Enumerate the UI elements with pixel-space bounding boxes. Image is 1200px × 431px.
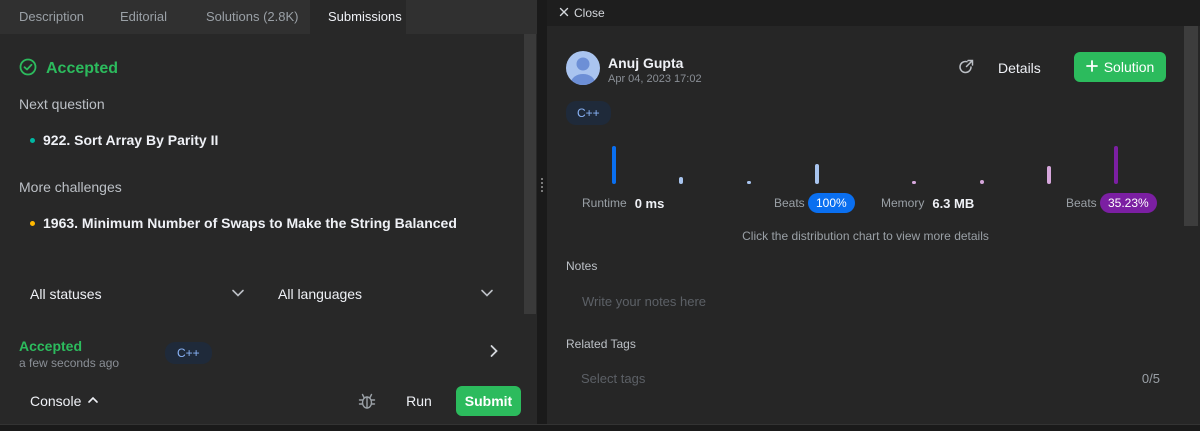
check-circle-icon [19, 58, 37, 79]
runtime-beats-badge: 100% [808, 193, 855, 213]
tags-placeholder: Select tags [581, 371, 646, 386]
notes-input[interactable] [566, 286, 1166, 316]
share-icon[interactable] [957, 58, 975, 79]
tab-editorial[interactable]: Editorial [96, 0, 184, 34]
tab-submissions[interactable]: Submissions [310, 0, 406, 34]
memory-beats-badge: 35.23% [1100, 193, 1157, 213]
close-label: Close [574, 6, 605, 20]
memory-bar [1114, 146, 1118, 184]
runtime-bar [612, 146, 616, 184]
submission-status: Accepted [19, 338, 83, 354]
detail-topbar: Close [547, 0, 1200, 26]
avatar[interactable] [566, 51, 600, 85]
accepted-status: Accepted [46, 59, 119, 77]
memory-bar [980, 180, 984, 184]
language-filter-value: All languages [278, 286, 363, 302]
details-button[interactable]: Details [998, 60, 1041, 76]
challenge-title: 1963. Minimum Number of Swaps to Make th… [43, 215, 457, 231]
submit-button[interactable]: Submit [456, 386, 521, 416]
tags-select[interactable]: Select tags 0/5 [566, 366, 1166, 390]
chevron-right-icon [487, 344, 501, 361]
accepted-header: Accepted [19, 58, 118, 79]
runtime-bar [747, 181, 751, 184]
distribution-chart[interactable] [547, 140, 1187, 190]
challenge-link[interactable]: 1963. Minimum Number of Swaps to Make th… [30, 215, 457, 231]
submission-time: a few seconds ago [19, 356, 120, 370]
memory-stat: Memory 6.3 MB [881, 192, 974, 214]
drag-handle-icon [541, 178, 543, 192]
next-question-title: 922. Sort Array By Parity II [43, 132, 219, 148]
left-panel: Description Editorial Solutions (2.8K) S… [0, 0, 537, 431]
chevron-down-icon [231, 286, 245, 303]
runtime-bar [679, 177, 683, 184]
status-filter-dropdown[interactable]: All statuses [30, 282, 245, 306]
scrollbar[interactable] [1184, 26, 1198, 226]
memory-bar [1047, 166, 1051, 184]
memory-bar [912, 181, 916, 184]
submission-detail-panel: Close Anuj Gupta Apr 04, 2023 17:02 Deta… [547, 0, 1200, 431]
submission-date: Apr 04, 2023 17:02 [608, 73, 702, 85]
status-filter-value: All statuses [30, 286, 102, 302]
language-filter-dropdown[interactable]: All languages [278, 282, 494, 306]
next-question-label: Next question [19, 96, 105, 112]
runtime-value: 0 ms [634, 195, 665, 211]
notes-label: Notes [566, 259, 598, 273]
memory-value: 6.3 MB [932, 195, 975, 211]
submission-language-badge: C++ [165, 342, 212, 364]
tab-bar: Description Editorial Solutions (2.8K) S… [0, 0, 537, 34]
bullet-icon [30, 220, 35, 226]
related-tags-label: Related Tags [566, 337, 636, 351]
run-button[interactable]: Run [395, 386, 443, 416]
console-toggle[interactable]: Console [30, 393, 99, 409]
more-challenges-label: More challenges [19, 179, 122, 195]
tags-count: 0/5 [1141, 371, 1160, 386]
chevron-up-icon [87, 393, 99, 409]
bullet-icon [30, 137, 35, 143]
chevron-down-icon [480, 286, 494, 303]
scrollbar[interactable] [524, 34, 536, 314]
console-label: Console [30, 393, 82, 409]
runtime-label: Runtime [582, 196, 627, 210]
close-icon [559, 6, 569, 20]
runtime-bar [815, 164, 819, 184]
add-solution-button[interactable]: Solution [1074, 52, 1166, 82]
chart-hint: Click the distribution chart to view mor… [742, 229, 989, 243]
memory-beats-label: Beats [1066, 196, 1097, 210]
bottom-edge [0, 424, 1200, 431]
memory-label: Memory [881, 196, 925, 210]
runtime-beats-label: Beats [774, 196, 805, 210]
tab-description[interactable]: Description [0, 0, 96, 34]
console-bar: Console Run Submit [0, 380, 537, 424]
runtime-stat: Runtime 0 ms [582, 192, 664, 214]
solution-label: Solution [1103, 59, 1155, 75]
submission-row[interactable]: Accepted a few seconds ago C++ [0, 330, 537, 374]
user-name[interactable]: Anuj Gupta [608, 55, 683, 71]
debug-bug-icon[interactable] [357, 391, 377, 414]
next-question-link[interactable]: 922. Sort Array By Parity II [30, 132, 218, 148]
language-badge: C++ [566, 101, 611, 125]
tab-solutions[interactable]: Solutions (2.8K) [184, 0, 310, 34]
plus-icon [1085, 59, 1098, 75]
panel-splitter[interactable] [537, 0, 547, 431]
close-button[interactable]: Close [559, 6, 605, 20]
